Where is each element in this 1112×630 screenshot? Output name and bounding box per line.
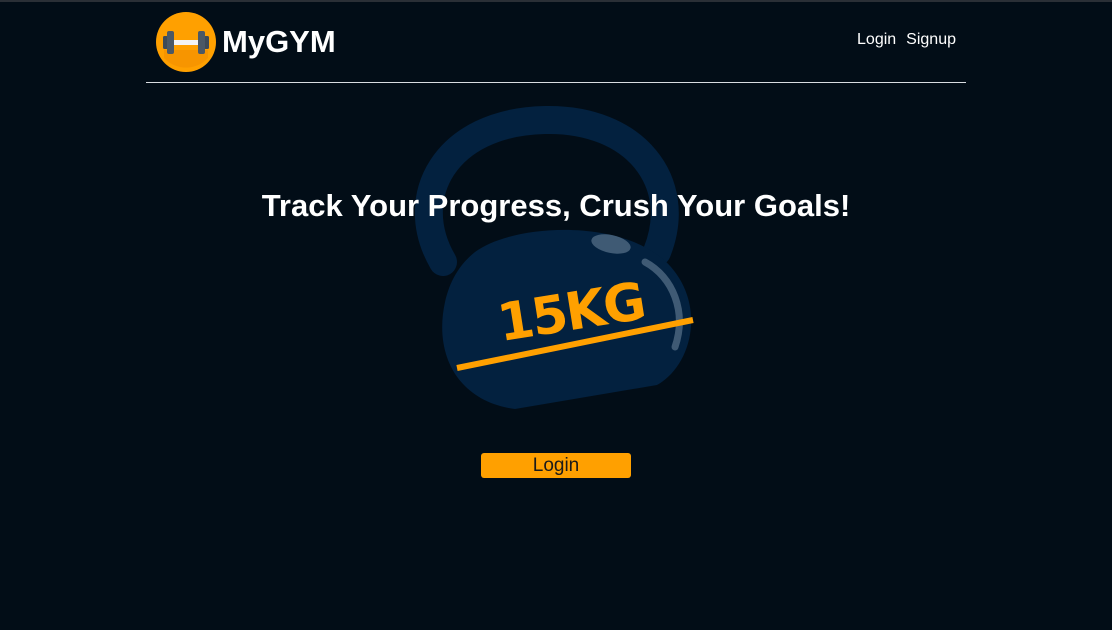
page: MyGYM Login Signup 15KG Track Your Progr…	[0, 0, 1112, 630]
brand-name: MyGYM	[222, 24, 336, 59]
brand[interactable]: MyGYM	[156, 12, 336, 72]
dumbbell-icon	[156, 12, 216, 72]
kettlebell-icon: 15KG	[414, 105, 694, 409]
login-button[interactable]: Login	[481, 453, 631, 478]
nav-login-link[interactable]: Login	[857, 31, 896, 49]
navbar: MyGYM Login Signup	[146, 2, 966, 83]
nav-links: Login Signup	[857, 31, 956, 49]
nav-signup-link[interactable]: Signup	[906, 31, 956, 49]
hero-title: Track Your Progress, Crush Your Goals!	[261, 188, 851, 223]
